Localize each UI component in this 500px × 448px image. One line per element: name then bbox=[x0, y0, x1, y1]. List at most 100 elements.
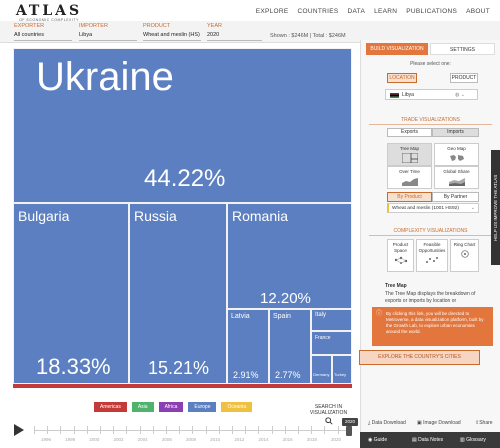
exporter-value: All countries bbox=[14, 32, 44, 38]
treemap-cell-romania[interactable]: Romania 12.20% bbox=[227, 203, 352, 309]
data-download-button[interactable]: ⤓ Data Download bbox=[368, 420, 406, 426]
globalshare-viz-label: Global Share bbox=[443, 169, 470, 174]
globe-icon: ◍ ⌄ bbox=[455, 92, 465, 98]
network-icon bbox=[394, 256, 407, 264]
guide-button[interactable]: ◉ Guide bbox=[368, 437, 387, 443]
treemap-cell-russia[interactable]: Russia 15.21% bbox=[129, 203, 227, 384]
tab-build-visualization[interactable]: BUILD VISUALIZATION bbox=[366, 43, 428, 55]
treemap-cell-ukraine[interactable]: Ukraine 44.22% bbox=[13, 48, 352, 203]
ring-chart-button[interactable]: Ring Chart bbox=[450, 239, 479, 272]
cell-name: France bbox=[315, 335, 331, 341]
share-button[interactable]: ⇪Share bbox=[475, 420, 493, 426]
timeline-tick bbox=[298, 426, 300, 434]
glossary-label: Glossary bbox=[466, 437, 486, 443]
location-button[interactable]: LOCATION bbox=[387, 73, 417, 83]
by-partner-button[interactable]: By Partner bbox=[432, 192, 479, 202]
timeline-year-label: 2016 bbox=[282, 437, 293, 442]
treemap-cell-latvia[interactable]: Latvia 2.91% bbox=[227, 309, 269, 384]
exporter-select[interactable]: EXPORTER All countries bbox=[14, 23, 72, 41]
area-chart-icon bbox=[401, 178, 418, 186]
product-button[interactable]: PRODUCT bbox=[450, 73, 478, 83]
product-space-button[interactable]: Product Space bbox=[387, 239, 414, 272]
globalshare-viz-button[interactable]: Global Share bbox=[434, 166, 479, 189]
nav-learn[interactable]: LEARN bbox=[374, 8, 397, 15]
product-dropdown[interactable]: Wheat and meslin (1001 HS92) ⌄ bbox=[387, 203, 479, 213]
trade-viz-title: TRADE VISUALIZATIONS bbox=[401, 117, 460, 123]
shown-total: Shown : $246M | Total : $246M bbox=[270, 33, 346, 39]
timeline-tick bbox=[192, 426, 194, 434]
treemap-viz-label: Tree Map bbox=[399, 146, 420, 151]
year-select[interactable]: YEAR 2020 bbox=[207, 23, 262, 41]
legend-oceania[interactable]: Oceania bbox=[221, 402, 253, 412]
complexity-viz-title: COMPLEXITY VISUALIZATIONS bbox=[393, 228, 468, 234]
treemap-cell-spain[interactable]: Spain 2.77% bbox=[269, 309, 311, 384]
nav-countries[interactable]: COUNTRIES bbox=[298, 8, 339, 15]
timeline-tick bbox=[126, 426, 128, 434]
legend-asia[interactable]: Asia bbox=[131, 402, 154, 412]
timeline-tick bbox=[218, 426, 220, 434]
overtime-viz-button[interactable]: Over Time bbox=[387, 166, 432, 189]
play-icon[interactable] bbox=[14, 424, 24, 436]
timeline-year-label: 2008 bbox=[185, 437, 197, 442]
cell-name: Bulgaria bbox=[18, 208, 70, 224]
timeline-tick bbox=[311, 426, 313, 434]
data-download-label: Data Download bbox=[371, 420, 406, 426]
treemap-cell-italy[interactable]: Italy bbox=[311, 309, 352, 331]
cell-name: Turkey bbox=[334, 372, 347, 377]
americas-strip[interactable] bbox=[13, 384, 352, 388]
explore-cities-button[interactable]: EXPLORE THE COUNTRY'S CITIES bbox=[359, 350, 480, 365]
glossary-button[interactable]: ▥ Glossary bbox=[460, 437, 486, 443]
tab-settings[interactable]: SETTINGS bbox=[430, 43, 495, 55]
nav-about[interactable]: ABOUT bbox=[466, 8, 490, 15]
timeline-year-label: 2020 bbox=[330, 437, 342, 442]
timeline-tick bbox=[166, 426, 168, 434]
feasible-opportunities-label: Feasible Opportunities bbox=[418, 242, 446, 253]
legend-americas[interactable]: Americas bbox=[94, 402, 127, 412]
nav-publications[interactable]: PUBLICATIONS bbox=[406, 8, 457, 15]
timeline-year-label: 2006 bbox=[161, 437, 172, 442]
guide-label: Guide bbox=[373, 437, 388, 443]
treemap-info-title: Tree Map bbox=[385, 283, 407, 289]
timeline-year-label: 1998 bbox=[65, 437, 76, 442]
feasible-opportunities-button[interactable]: Feasible Opportunities bbox=[416, 239, 448, 272]
data-notes-button[interactable]: ▤ Data Notes bbox=[412, 437, 443, 443]
cell-name: Latvia bbox=[231, 313, 250, 320]
timeline-tick bbox=[245, 426, 247, 434]
imports-button[interactable]: Imports bbox=[432, 128, 479, 137]
main-nav: EXPLORE COUNTRIES DATA LEARN PUBLICATION… bbox=[256, 8, 490, 15]
feedback-tab[interactable]: HELP US IMPROVE THE ATLAS bbox=[491, 150, 500, 265]
tooltip-text: By clicking this link, you will be direc… bbox=[386, 311, 484, 334]
libya-flag-icon bbox=[390, 93, 399, 98]
importer-select[interactable]: IMPORTER Libya bbox=[79, 23, 137, 41]
ring-chart-label: Ring Chart bbox=[453, 242, 476, 247]
cell-pct: 2.77% bbox=[275, 370, 301, 380]
timeline-year-label: 1996 bbox=[40, 437, 52, 442]
geomap-viz-button[interactable]: Geo Map bbox=[434, 143, 479, 166]
location-select[interactable]: Libya ◍ ⌄ bbox=[385, 89, 478, 100]
exports-button[interactable]: Exports bbox=[387, 128, 432, 137]
image-download-button[interactable]: ▣ Image Download bbox=[417, 420, 461, 426]
cell-name: Ukraine bbox=[36, 55, 174, 99]
treemap-cell-turkey[interactable]: Turkey bbox=[332, 355, 352, 384]
treemap-viz-button[interactable]: Tree Map bbox=[387, 143, 432, 166]
nav-explore[interactable]: EXPLORE bbox=[256, 8, 289, 15]
timeline-year-label: 2000 bbox=[89, 437, 100, 442]
image-download-label: Image Download bbox=[423, 420, 461, 426]
treemap-cell-france[interactable]: France bbox=[311, 331, 352, 355]
by-product-button[interactable]: By Product bbox=[387, 192, 432, 202]
treemap-cell-bulgaria[interactable]: Bulgaria 18.33% bbox=[13, 203, 129, 384]
timeline-handle[interactable] bbox=[346, 426, 352, 436]
legend-europe[interactable]: Europe bbox=[188, 402, 217, 412]
product-select[interactable]: PRODUCT Wheat and meslin (HS) bbox=[143, 23, 201, 41]
timeline-tick bbox=[113, 426, 115, 434]
geomap-icon bbox=[449, 155, 464, 161]
legend-africa[interactable]: Africa bbox=[158, 402, 184, 412]
exporter-label: EXPORTER bbox=[14, 23, 45, 29]
treemap-cell-germany[interactable]: Germany bbox=[311, 355, 332, 384]
chevron-down-icon: ⌄ bbox=[470, 205, 475, 211]
timeline-year-label: 2004 bbox=[137, 437, 148, 442]
cell-name: Germany bbox=[313, 372, 330, 377]
atlas-logo[interactable]: ATLAS OF ECONOMIC COMPLEXITY bbox=[14, 3, 84, 22]
nav-data[interactable]: DATA bbox=[348, 8, 366, 15]
select-one-text: Please select one: bbox=[410, 61, 451, 67]
